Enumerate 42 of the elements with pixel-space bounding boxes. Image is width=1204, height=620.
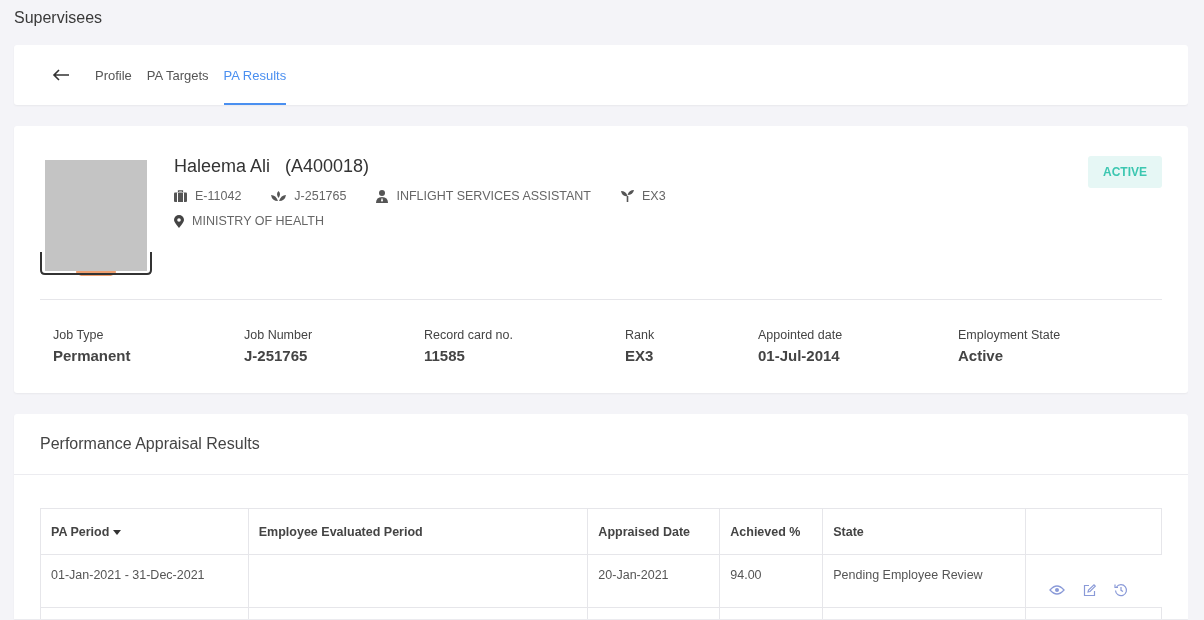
section-title: Performance Appraisal Results [14,414,1188,475]
column-header: Appraised Date [587,508,720,555]
detail-value: 01-Jul-2014 [758,347,841,364]
table-cell: 01-Jan-2021 - 31-Dec-2021 [40,554,249,608]
detail-value: EX3 [625,347,655,364]
detail-value: Active [958,347,1005,364]
table-cell: 94.00 [719,554,823,608]
back-arrow-icon[interactable] [52,69,70,81]
briefcase-icon [174,190,187,202]
table-cell: Pending Employee Review [822,554,1026,608]
tab[interactable]: Profile [95,45,132,105]
detail-label: Job Type [53,328,105,342]
detail-value: J-251765 [244,347,309,364]
tab[interactable]: PA Targets [146,45,209,105]
page-title: Supervisees [14,9,104,28]
detail-label: Rank [625,328,656,342]
employee-name: Haleema Ali (A400018) [174,156,371,177]
sprout-icon [620,190,634,202]
detail-label: Record card no. [424,328,514,342]
detail-value: 11585 [424,347,466,364]
column-header: Achieved % [719,508,823,555]
status-badge: ACTIVE [1088,156,1162,188]
detail-label: Employment State [958,328,1062,342]
table-cell: 20-Jan-2021 [587,554,720,608]
meta-text: INFLIGHT SERVICES ASSISTANT [396,189,591,203]
meta-text: MINISTRY OF HEALTH [192,214,324,228]
view-icon[interactable] [1049,585,1066,595]
meta-text: E-11042 [195,189,242,203]
column-header[interactable]: PA Period [40,508,249,555]
meta-text: EX3 [641,189,666,203]
edit-icon[interactable] [1083,583,1097,597]
history-icon[interactable] [1114,583,1129,597]
detail-label: Appointed date [758,328,844,342]
map-pin-icon [174,214,184,228]
person-icon [376,189,389,203]
detail-value: Permanent [53,347,132,364]
sort-caret-icon[interactable] [113,529,122,535]
column-header: Employee Evaluated Period [248,508,588,555]
column-header: State [822,508,1026,555]
meta-text: J-251765 [294,189,347,203]
detail-label: Job Number [244,328,314,342]
lotus-icon [271,190,287,202]
